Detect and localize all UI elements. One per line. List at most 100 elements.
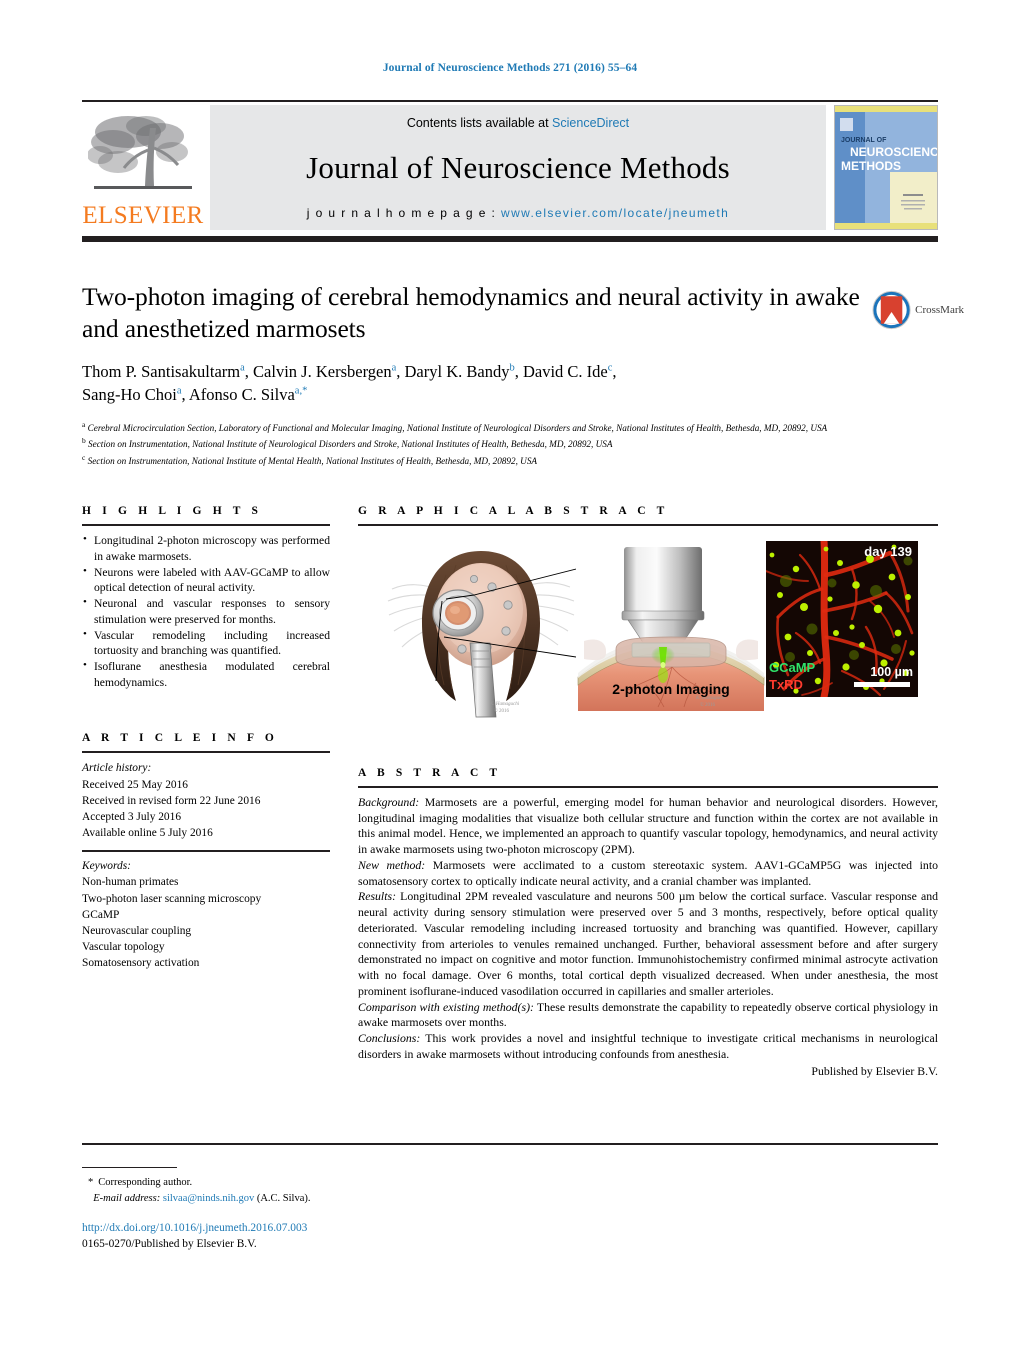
author-name: Calvin J. Kersbergen xyxy=(253,361,392,381)
running-head: Journal of Neuroscience Methods 271 (201… xyxy=(382,62,638,74)
sciencedirect-link[interactable]: ScienceDirect xyxy=(552,116,629,130)
abstract-block: A B S T R A C T Background: Marmosets ar… xyxy=(358,767,938,1079)
homepage-url-link[interactable]: www.elsevier.com/locate/jneumeth xyxy=(501,206,729,220)
micrograph-panel: day 139 GCaMP TxRD 100 µm xyxy=(765,537,918,701)
affiliation-text: Cerebral Microcirculation Section, Labor… xyxy=(87,422,828,433)
keyword-item: Non-human primates xyxy=(82,876,179,889)
contents-prefix: Contents lists available at xyxy=(406,116,553,130)
author-name: Afonso C. Silva xyxy=(188,385,295,405)
abstract-lead-conclusions: Conclusions: xyxy=(358,1031,421,1046)
abstract-body-new-method: Marmosets were acclimated to a custom st… xyxy=(358,857,938,888)
abstract-heading: A B S T R A C T xyxy=(358,767,502,779)
abstract-lead-background: Background: xyxy=(358,795,420,809)
left-column: H I G H L I G H T S Longitudinal 2-photo… xyxy=(82,505,330,972)
article-history-item: Received 25 May 2016 xyxy=(82,778,188,791)
masthead-center-panel: Contents lists available at ScienceDirec… xyxy=(210,105,826,230)
crossmark-icon xyxy=(872,290,911,330)
micrograph-txrd-label: TxRD xyxy=(769,677,803,692)
svg-text:NEUROSCIENCE: NEUROSCIENCE xyxy=(850,145,937,159)
abstract-lead-new-method: New method: xyxy=(358,857,426,872)
journal-homepage-line: j o u r n a l h o m e p a g e : www.else… xyxy=(307,206,729,220)
graphical-abstract-rule xyxy=(358,524,938,526)
author-name: Thom P. Santisakultarm xyxy=(82,361,241,381)
highlights-heading: H I G H L I G H T S xyxy=(82,505,263,517)
article-info-heading: A R T I C L E I N F O xyxy=(82,732,278,745)
svg-text:JOURNAL OF: JOURNAL OF xyxy=(841,137,887,144)
crossmark-badge[interactable]: CrossMark xyxy=(872,288,964,332)
corresponding-author-text: Corresponding author. xyxy=(98,1177,193,1188)
abstract-body-conclusions: This work provides a novel and insightfu… xyxy=(358,1031,938,1061)
corresponding-author-star: * xyxy=(88,1177,94,1188)
micrograph-gcamp-label: GCaMP xyxy=(769,660,816,675)
homepage-prefix: j o u r n a l h o m e p a g e : xyxy=(306,206,501,220)
list-item: Neurons were labeled with AAV-GCaMP to a… xyxy=(82,564,330,596)
highlights-rule xyxy=(82,524,330,526)
title-block: Two-photon imaging of cerebral hemodynam… xyxy=(82,281,872,469)
author-name: Sang-Ho Choi xyxy=(82,385,177,405)
journal-title: Journal of Neuroscience Methods xyxy=(306,150,730,185)
keyword-item: Two-photon laser scanning microscopy xyxy=(82,892,262,905)
footnote-separator-rule xyxy=(82,1167,177,1168)
affiliation-mark: a xyxy=(82,419,86,429)
affiliation-text: Section on Instrumentation, National Ins… xyxy=(88,439,613,450)
contents-list-line: Contents lists available at ScienceDirec… xyxy=(407,116,629,130)
masthead-top-rule xyxy=(82,100,938,102)
affiliation-mark: b xyxy=(82,436,86,446)
keyword-item: Neurovascular coupling xyxy=(82,925,192,937)
abstract-lead-comparison: Comparison with existing method(s): xyxy=(358,999,534,1014)
abstract-published-by: Published by Elsevier B.V. xyxy=(811,1064,938,1079)
keywords-label: Keywords: xyxy=(82,860,131,873)
list-item: Longitudinal 2-photon microscopy was per… xyxy=(82,532,330,564)
highlights-list: Longitudinal 2-photon microscopy was per… xyxy=(82,532,330,690)
micrograph-scalebar xyxy=(854,682,910,687)
affiliation-item: a Cerebral Microcirculation Section, Lab… xyxy=(82,419,872,436)
email-address-link[interactable]: silvaa@ninds.nih.gov xyxy=(163,1193,254,1204)
affiliation-item: b Section on Instrumentation, National I… xyxy=(82,435,872,452)
list-item: Vascular remodeling including increased … xyxy=(82,627,330,659)
affiliation-mark: c xyxy=(82,453,86,463)
author-name: Daryl K. Bandy xyxy=(404,361,510,381)
author-affil-mark: a,* xyxy=(294,385,308,397)
article-info-rule xyxy=(82,751,330,754)
email-address-suffix: (A.C. Silva). xyxy=(256,1192,311,1204)
author-sep: , xyxy=(396,361,405,381)
keyword-item: Somatosensory activation xyxy=(82,957,200,970)
keyword-item: GCaMP xyxy=(82,908,120,921)
marmoset-head-illustration: K. Hamaguchi © 2016 xyxy=(387,551,576,718)
journal-masthead: ELSEVIER Contents lists available at Sci… xyxy=(82,105,938,230)
abstract-rule xyxy=(358,786,938,788)
svg-text:METHODS: METHODS xyxy=(841,159,901,173)
author-name: David C. Ide xyxy=(522,361,608,381)
list-item: Isoflurane anesthesia modulated cerebral… xyxy=(82,658,330,690)
micrograph-scalebar-label: 100 µm xyxy=(870,665,913,679)
elsevier-wordmark: ELSEVIER xyxy=(82,202,204,229)
keywords-rule xyxy=(82,850,330,853)
graphical-abstract-figure: K. Hamaguchi © 2016 K. Hamaguchi © 2016 … xyxy=(358,533,938,721)
affiliation-list: a Cerebral Microcirculation Section, Lab… xyxy=(82,419,872,470)
abstract-body-results: Longitudinal 2PM revealed vasculature an… xyxy=(358,889,938,998)
elsevier-tree-icon xyxy=(88,116,192,189)
article-history-item: Received in revised form 22 June 2016 xyxy=(82,794,261,807)
masthead-bottom-rule xyxy=(82,236,938,242)
doi-link[interactable]: http://dx.doi.org/10.1016/j.jneumeth.201… xyxy=(82,1222,307,1234)
elsevier-logo: ELSEVIER xyxy=(82,105,204,230)
graphical-abstract-heading: G R A P H I C A L A B S T R A C T xyxy=(358,505,669,517)
journal-cover-thumbnail[interactable]: JOURNAL OF NEUROSCIENCE METHODS xyxy=(834,105,938,230)
crossmark-label: CrossMark xyxy=(915,304,964,316)
page-title: Two-photon imaging of cerebral hemodynam… xyxy=(82,282,860,344)
footer-top-rule xyxy=(82,1143,938,1145)
corresponding-author-note: * Corresponding author. E-mail address: s… xyxy=(88,1175,588,1207)
author-sep: , xyxy=(181,385,189,405)
abstract-lead-results: Results: xyxy=(358,889,397,904)
affiliation-text: Section on Instrumentation, National Ins… xyxy=(87,456,538,467)
author-sep: , xyxy=(514,361,523,381)
article-history-item: Available online 5 July 2016 xyxy=(82,827,213,840)
article-history-item: Accepted 3 July 2016 xyxy=(82,810,182,823)
right-column: G R A P H I C A L A B S T R A C T K. Ham… xyxy=(358,505,938,1079)
email-address-label: E-mail address: xyxy=(93,1192,161,1204)
affiliation-item: c Section on Instrumentation, National I… xyxy=(82,452,872,469)
micrograph-day-label: day 139 xyxy=(864,544,912,559)
author-sep: , xyxy=(612,361,617,381)
abstract-text: Background: Marmosets are a powerful, em… xyxy=(358,795,938,1062)
svg-text:© 2016: © 2016 xyxy=(494,708,510,714)
